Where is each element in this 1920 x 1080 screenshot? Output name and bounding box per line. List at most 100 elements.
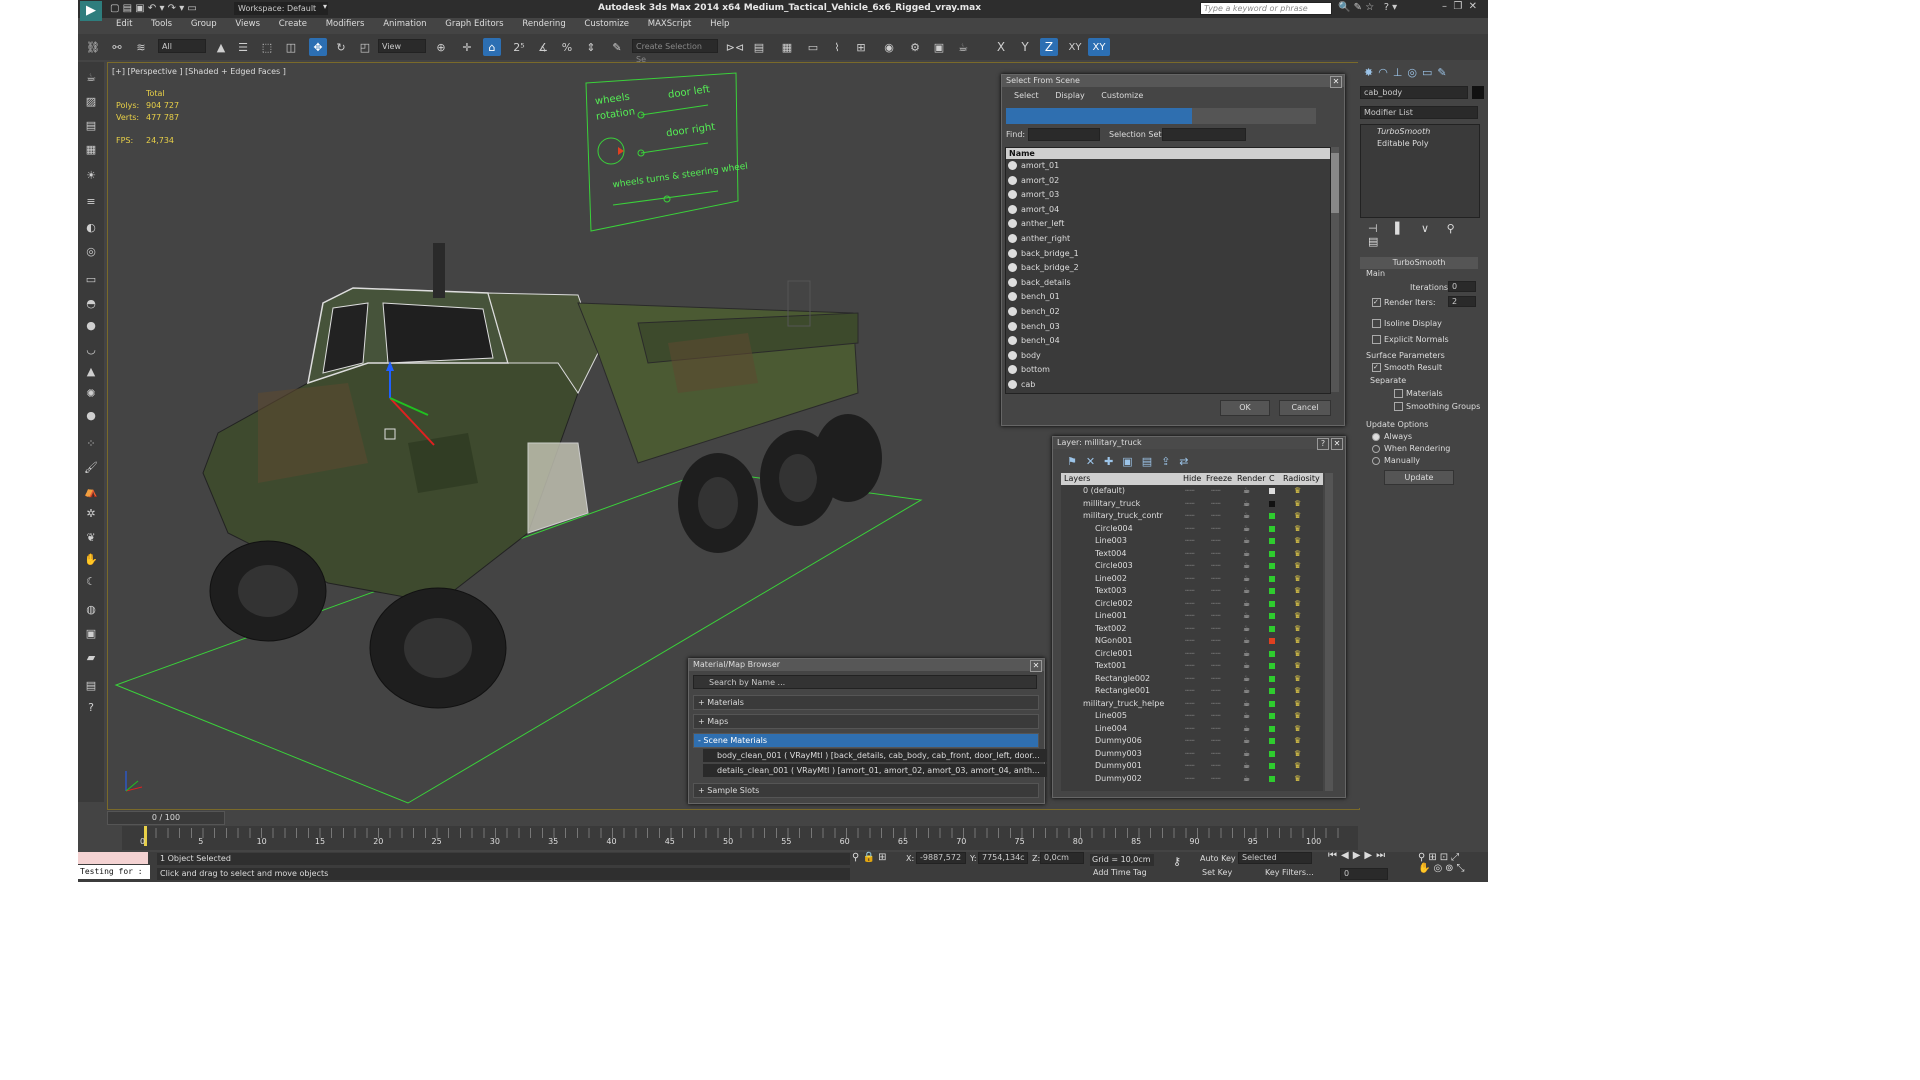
time-slider[interactable]: 0 / 100 [107, 811, 225, 825]
radiosity-icon[interactable]: ♛ [1294, 723, 1301, 736]
current-frame[interactable]: 0 [1340, 868, 1388, 880]
layer-row[interactable]: Text003 ┄┄ ┄┄ ☕ ♛ [1061, 585, 1323, 598]
cone-icon[interactable]: ▲ [82, 362, 100, 380]
smoothing-groups-checkbox[interactable] [1394, 402, 1403, 411]
track-bar[interactable]: 0 5 10 15 20 25 30 35 40 45 50 55 60 65 70 75 80 85 90 95 10… [122, 826, 1358, 850]
render-teapot-icon[interactable]: ☕ [1243, 573, 1250, 586]
col-render[interactable]: Render [1237, 474, 1265, 483]
bowl-icon[interactable]: ◡ [82, 340, 100, 358]
layers-icon[interactable]: ≡ [82, 192, 100, 210]
menu-modifiers[interactable]: Modifiers [326, 19, 365, 29]
object-color-swatch[interactable] [1472, 86, 1484, 99]
layer-color-swatch[interactable] [1269, 700, 1275, 707]
radiosity-icon[interactable]: ♛ [1294, 623, 1301, 636]
angle-snap-icon[interactable]: ∡ [534, 38, 552, 56]
maps-group[interactable]: + Maps [693, 714, 1039, 729]
render-teapot-icon[interactable]: ☕ [1243, 510, 1250, 523]
set-key-button[interactable]: Set Key [1202, 868, 1232, 877]
menu-edit[interactable]: Edit [116, 19, 132, 29]
manually-radio[interactable] [1372, 457, 1380, 465]
hide-toggle[interactable]: ┄┄ [1185, 573, 1195, 586]
layer-row[interactable]: Circle003 ┄┄ ┄┄ ☕ ♛ [1061, 560, 1323, 573]
radiosity-icon[interactable]: ♛ [1294, 773, 1301, 786]
scene-object-row[interactable]: anther_left [1006, 217, 1330, 232]
menu-rendering[interactable]: Rendering [522, 19, 565, 29]
scene-object-row[interactable]: back_bridge_1 [1006, 247, 1330, 262]
layer-row[interactable]: military_truck_helpe ┄┄ ┄┄ ☕ ♛ [1061, 698, 1323, 711]
update-button[interactable]: Update [1384, 470, 1454, 485]
hide-toggle[interactable]: ┄┄ [1185, 535, 1195, 548]
render-teapot-icon[interactable]: ☕ [1243, 623, 1250, 636]
radiosity-icon[interactable]: ♛ [1294, 760, 1301, 773]
materials-checkbox[interactable] [1394, 389, 1403, 398]
camera-icon[interactable]: ◎ [82, 242, 100, 260]
sample-slots-group[interactable]: + Sample Slots [693, 783, 1039, 798]
render-teapot-icon[interactable]: ☕ [1243, 498, 1250, 511]
layer-row[interactable]: Circle001 ┄┄ ┄┄ ☕ ♛ [1061, 648, 1323, 661]
scene-object-row[interactable]: bench_03 [1006, 320, 1330, 335]
film-icon[interactable]: ▤ [82, 676, 100, 694]
freeze-toggle[interactable]: ┄┄ [1211, 598, 1221, 611]
blue-box-icon[interactable]: ▰ [82, 648, 100, 666]
hide-toggle[interactable]: ┄┄ [1185, 585, 1195, 598]
hide-toggle[interactable]: ┄┄ [1185, 723, 1195, 736]
radiosity-icon[interactable]: ♛ [1294, 735, 1301, 748]
layer-scrollbar[interactable] [1325, 473, 1333, 791]
link-icon[interactable]: ⛓ [84, 38, 102, 56]
layer-color-swatch[interactable] [1269, 500, 1275, 507]
render-teapot-icon[interactable]: ☕ [1243, 735, 1250, 748]
render-teapot-icon[interactable]: ☕ [1243, 648, 1250, 661]
x-coordinate[interactable]: -9887,572 [916, 852, 966, 864]
hide-toggle[interactable]: ┄┄ [1185, 510, 1195, 523]
render-teapot-icon[interactable]: ☕ [1243, 635, 1250, 648]
layer-color-swatch[interactable] [1269, 675, 1275, 682]
freeze-toggle[interactable]: ┄┄ [1211, 548, 1221, 561]
gear-icon[interactable]: ✲ [82, 504, 100, 522]
key-icon[interactable]: ⚷ [1173, 855, 1181, 868]
axis-y-button[interactable]: Y [1016, 38, 1034, 56]
workspace-dropdown[interactable]: Workspace: Default [234, 2, 328, 15]
help-icon[interactable]: ? [1317, 438, 1329, 450]
rendered-frame-icon[interactable]: ▣ [930, 38, 948, 56]
unlink-icon[interactable]: ⚯ [108, 38, 126, 56]
viewport-nav-controls[interactable]: ⚲⊞⊡⤢ ✋◎⊚⤡ [1418, 852, 1468, 874]
sphere-icon[interactable]: ◐ [82, 218, 100, 236]
rotate-icon[interactable]: ↻ [332, 38, 350, 56]
hide-toggle[interactable]: ┄┄ [1185, 660, 1195, 673]
render-teapot-icon[interactable]: ☕ [1243, 535, 1250, 548]
freeze-toggle[interactable]: ┄┄ [1211, 760, 1221, 773]
stack-turbosmooth[interactable]: TurboSmooth [1377, 127, 1430, 136]
render-teapot-icon[interactable]: ☕ [1243, 723, 1250, 736]
object-name-field[interactable]: cab_body [1360, 86, 1468, 99]
scene-object-row[interactable]: amort_01 [1006, 159, 1330, 174]
pivot-icon[interactable]: ⊕ [432, 38, 450, 56]
globe-icon[interactable]: ◍ [82, 600, 100, 618]
radiosity-icon[interactable]: ♛ [1294, 710, 1301, 723]
move-icon[interactable]: ✥ [309, 38, 327, 56]
render-teapot-icon[interactable]: ☕ [1243, 598, 1250, 611]
freeze-toggle[interactable]: ┄┄ [1211, 710, 1221, 723]
command-tabs[interactable]: ✸◠⊥◎▭✎ [1364, 66, 1452, 79]
rollout-turbosmooth[interactable]: TurboSmooth [1360, 257, 1478, 269]
layer-row[interactable]: Dummy003 ┄┄ ┄┄ ☕ ♛ [1061, 748, 1323, 761]
hide-toggle[interactable]: ┄┄ [1185, 748, 1195, 761]
render-production-icon[interactable]: ☕ [954, 38, 972, 56]
freeze-toggle[interactable]: ┄┄ [1211, 660, 1221, 673]
cancel-button[interactable]: Cancel [1279, 400, 1331, 416]
dome-icon[interactable]: ◓ [82, 294, 100, 312]
layer-color-swatch[interactable] [1269, 713, 1275, 719]
scene-object-row[interactable]: bench_01 [1006, 290, 1330, 305]
sfs-menu-display[interactable]: Display [1055, 91, 1085, 100]
radiosity-icon[interactable]: ♛ [1294, 685, 1301, 698]
filter-toolbar[interactable] [1006, 108, 1316, 124]
freeze-toggle[interactable]: ┄┄ [1211, 673, 1221, 686]
col-radiosity[interactable]: Radiosity [1283, 474, 1320, 483]
snaps-toggle-icon[interactable]: 2⁵ [510, 38, 528, 56]
menu-graph-editors[interactable]: Graph Editors [445, 19, 503, 29]
layer-color-swatch[interactable] [1269, 538, 1275, 544]
render-iters-checkbox[interactable]: ✓ [1372, 298, 1381, 307]
freeze-toggle[interactable]: ┄┄ [1211, 748, 1221, 761]
layer-color-swatch[interactable] [1269, 488, 1275, 494]
layer-row[interactable]: Line005 ┄┄ ┄┄ ☕ ♛ [1061, 710, 1323, 723]
render-teapot-icon[interactable]: ☕ [1243, 660, 1250, 673]
